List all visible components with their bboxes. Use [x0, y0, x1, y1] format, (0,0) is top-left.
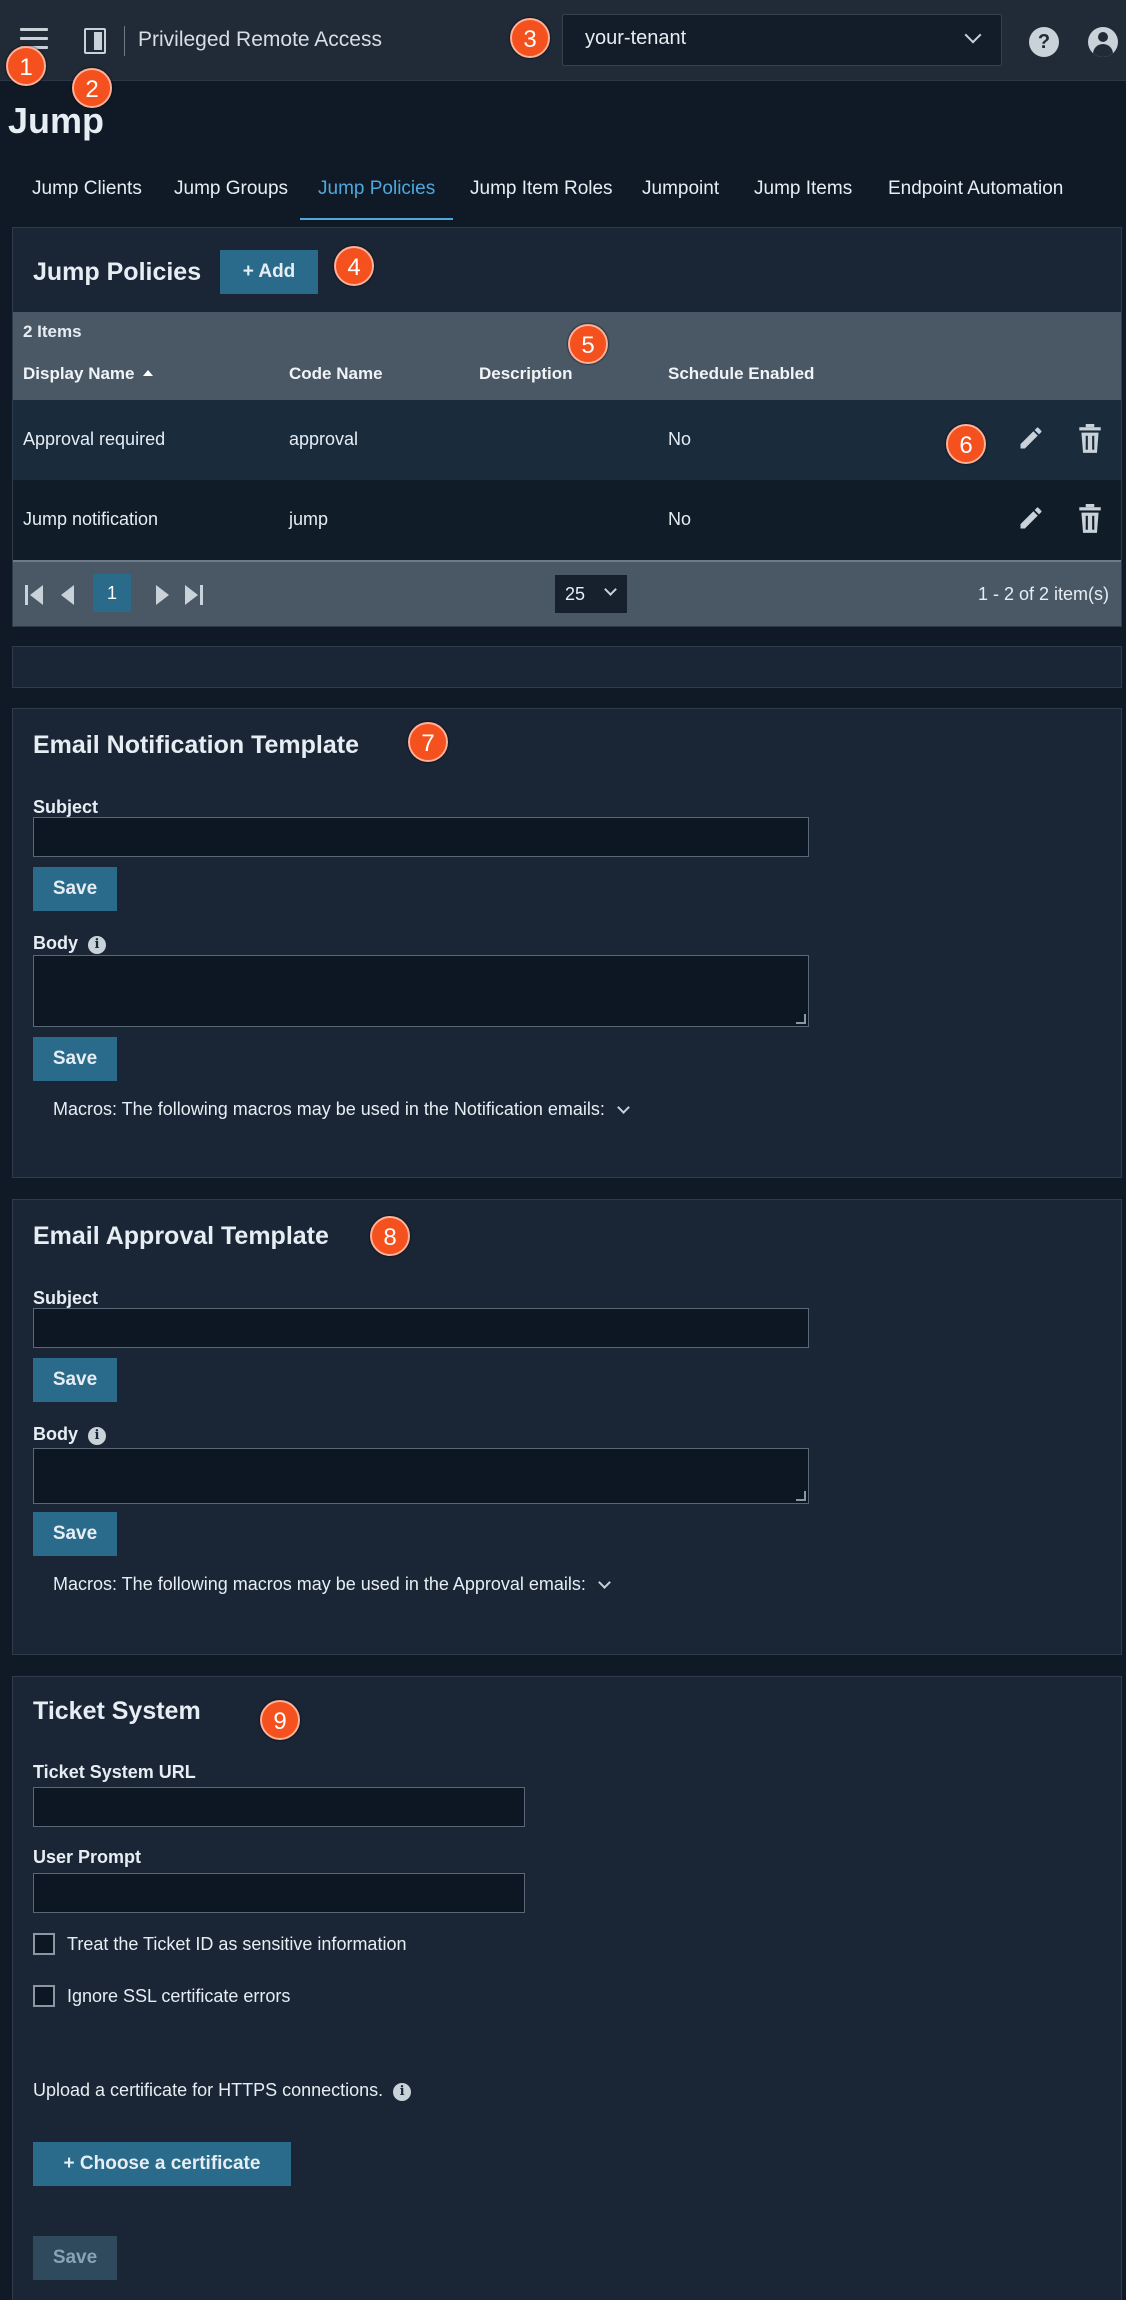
ignore-ssl-checkbox[interactable] [33, 1985, 55, 2007]
app-door-icon[interactable] [84, 28, 106, 54]
column-header-display-name[interactable]: Display Name [23, 364, 153, 384]
page-size-select[interactable]: 25 [555, 575, 627, 613]
user-account-icon[interactable] [1088, 27, 1118, 57]
edit-pencil-icon[interactable] [1017, 504, 1045, 532]
callout-badge: 7 [408, 722, 448, 762]
email-approval-title: Email Approval Template [33, 1222, 329, 1250]
email-notification-panel: Email Notification Template Subject Save… [12, 708, 1122, 1178]
sort-ascending-icon [142, 370, 153, 376]
add-policy-button[interactable]: + Add [220, 250, 318, 294]
page-size-value: 25 [565, 584, 586, 604]
chevron-down-icon [598, 1576, 611, 1589]
subject-label: Subject [33, 797, 99, 817]
cell-schedule-enabled: No [668, 509, 692, 529]
ticket-url-label: Ticket System URL [33, 1762, 196, 1782]
tab-jump-items[interactable]: Jump Items [736, 168, 870, 220]
edit-pencil-icon[interactable] [1017, 424, 1045, 452]
top-bar: Privileged Remote Access your-tenant ? [0, 0, 1126, 81]
empty-panel-strip [12, 646, 1122, 688]
pagination-bar: 1 25 1 - 2 of 2 item(s) [13, 560, 1121, 626]
delete-trash-icon[interactable] [1077, 504, 1103, 534]
cell-schedule-enabled: No [668, 429, 692, 449]
callout-badge: 8 [370, 1216, 410, 1256]
ignore-ssl-label: Ignore SSL certificate errors [67, 1986, 291, 2006]
notification-body-textarea[interactable] [33, 955, 809, 1027]
tab-jump-item-roles[interactable]: Jump Item Roles [452, 168, 631, 220]
tenant-select-value: your-tenant [585, 27, 687, 49]
body-label-row: Body i [33, 933, 106, 954]
tab-jump-policies[interactable]: Jump Policies [300, 168, 454, 220]
macros-toggle[interactable]: Macros: The following macros may be used… [53, 1099, 630, 1120]
sensitive-ticket-label: Treat the Ticket ID as sensitive informa… [67, 1934, 407, 1954]
current-page-button[interactable]: 1 [93, 574, 131, 612]
user-prompt-input[interactable] [33, 1873, 525, 1913]
cell-display-name: Approval required [23, 429, 166, 449]
info-icon[interactable]: i [393, 2083, 412, 2101]
product-name: Privileged Remote Access [138, 28, 382, 51]
email-approval-panel: Email Approval Template Subject Save Bod… [12, 1199, 1122, 1655]
grid-header: 2 Items Display Name Code Name Descripti… [13, 312, 1121, 400]
sensitive-ticket-checkbox[interactable] [33, 1933, 55, 1955]
cell-code-name: approval [289, 429, 359, 449]
body-label-row: Body i [33, 1424, 106, 1445]
macros-text: Macros: The following macros may be used… [53, 1099, 605, 1119]
callout-badge: 5 [568, 324, 608, 364]
callout-badge: 4 [334, 246, 374, 286]
callout-badge: 2 [72, 68, 112, 108]
divider [124, 26, 125, 56]
info-icon[interactable]: i [88, 936, 106, 954]
save-body-button[interactable]: Save [33, 1512, 117, 1556]
approval-body-textarea[interactable] [33, 1448, 809, 1504]
callout-badge: 6 [946, 424, 986, 464]
ticket-url-input[interactable] [33, 1787, 525, 1827]
approval-subject-input[interactable] [33, 1308, 809, 1348]
chevron-down-icon [617, 1101, 630, 1114]
items-count: 2 Items [23, 322, 82, 341]
pagination-info: 1 - 2 of 2 item(s) [977, 584, 1109, 604]
notification-subject-input[interactable] [33, 817, 809, 857]
column-header-label: Display Name [23, 364, 135, 383]
body-label: Body [33, 933, 78, 953]
cell-code-name: jump [289, 509, 329, 529]
ticket-system-panel: Ticket System Ticket System URL User Pro… [12, 1676, 1122, 2300]
table-row[interactable]: Jump notification jump No [13, 480, 1121, 560]
body-label: Body [33, 1424, 78, 1444]
callout-badge: 3 [510, 18, 550, 58]
tab-jump-groups[interactable]: Jump Groups [156, 168, 306, 220]
previous-page-icon[interactable] [55, 582, 81, 608]
column-header-schedule-enabled[interactable]: Schedule Enabled [668, 364, 814, 384]
save-body-button[interactable]: Save [33, 1037, 117, 1081]
next-page-icon[interactable] [149, 582, 175, 608]
save-ticket-system-button[interactable]: Save [33, 2236, 117, 2280]
macros-text: Macros: The following macros may be used… [53, 1574, 586, 1594]
first-page-icon[interactable] [21, 582, 47, 608]
choose-certificate-button[interactable]: + Choose a certificate [33, 2142, 291, 2186]
column-header-code-name[interactable]: Code Name [289, 364, 383, 384]
save-subject-button[interactable]: Save [33, 1358, 117, 1402]
chevron-down-icon [604, 583, 617, 596]
help-icon[interactable]: ? [1029, 27, 1059, 57]
cell-display-name: Jump notification [23, 509, 159, 529]
ticket-system-title: Ticket System [33, 1697, 201, 1725]
tab-jumpoint[interactable]: Jumpoint [624, 168, 737, 220]
delete-trash-icon[interactable] [1077, 424, 1103, 454]
info-icon[interactable]: i [88, 1427, 106, 1445]
column-header-description[interactable]: Description [479, 364, 573, 384]
tab-endpoint-automation[interactable]: Endpoint Automation [870, 168, 1081, 220]
upload-certificate-row: Upload a certificate for HTTPS connectio… [33, 2080, 412, 2101]
save-subject-button[interactable]: Save [33, 867, 117, 911]
callout-badge: 9 [260, 1700, 300, 1740]
jump-policies-title: Jump Policies [33, 258, 202, 286]
upload-certificate-text: Upload a certificate for HTTPS connectio… [33, 2080, 384, 2100]
tab-jump-clients[interactable]: Jump Clients [14, 168, 160, 220]
last-page-icon[interactable] [181, 582, 207, 608]
chevron-down-icon [964, 26, 982, 44]
subject-label: Subject [33, 1288, 99, 1308]
email-notification-title: Email Notification Template [33, 731, 359, 759]
user-prompt-label: User Prompt [33, 1847, 142, 1867]
macros-toggle[interactable]: Macros: The following macros may be used… [53, 1574, 611, 1595]
tenant-select[interactable]: your-tenant [562, 14, 1002, 66]
callout-badge: 1 [6, 46, 46, 86]
